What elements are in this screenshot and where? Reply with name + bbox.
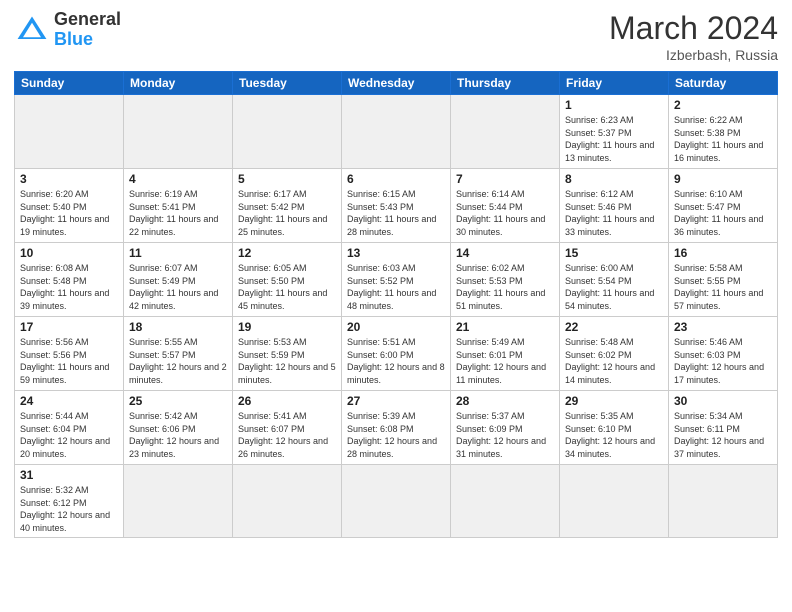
header-saturday: Saturday [669,72,778,95]
week-row-4: 17 Sunrise: 5:56 AMSunset: 5:56 PMDaylig… [15,317,778,391]
calendar: Sunday Monday Tuesday Wednesday Thursday… [14,71,778,538]
day-5: 5 Sunrise: 6:17 AMSunset: 5:42 PMDayligh… [233,169,342,243]
day-8: 8 Sunrise: 6:12 AMSunset: 5:46 PMDayligh… [560,169,669,243]
day-16: 16 Sunrise: 5:58 AMSunset: 5:55 PMDaylig… [669,243,778,317]
day-1: 1 Sunrise: 6:23 AM Sunset: 5:37 PM Dayli… [560,95,669,169]
day-9: 9 Sunrise: 6:10 AMSunset: 5:47 PMDayligh… [669,169,778,243]
logo-text: General Blue [54,10,121,50]
empty-cell [124,95,233,169]
day-31: 31 Sunrise: 5:32 AMSunset: 6:12 PMDaylig… [15,465,124,538]
day-13: 13 Sunrise: 6:03 AMSunset: 5:52 PMDaylig… [342,243,451,317]
title-month: March 2024 [609,10,778,47]
empty-cell [342,465,451,538]
day-number-2: 2 [674,98,772,112]
week-row-2: 3 Sunrise: 6:20 AMSunset: 5:40 PMDayligh… [15,169,778,243]
logo-general: General [54,10,121,30]
header-sunday: Sunday [15,72,124,95]
day-number-1: 1 [565,98,663,112]
header-wednesday: Wednesday [342,72,451,95]
day-3: 3 Sunrise: 6:20 AMSunset: 5:40 PMDayligh… [15,169,124,243]
day-12: 12 Sunrise: 6:05 AMSunset: 5:50 PMDaylig… [233,243,342,317]
day-28: 28 Sunrise: 5:37 AMSunset: 6:09 PMDaylig… [451,391,560,465]
header-thursday: Thursday [451,72,560,95]
week-row-3: 10 Sunrise: 6:08 AMSunset: 5:48 PMDaylig… [15,243,778,317]
empty-cell [669,465,778,538]
week-row-1: 1 Sunrise: 6:23 AM Sunset: 5:37 PM Dayli… [15,95,778,169]
empty-cell [451,465,560,538]
day-info-2: Sunrise: 6:22 AM Sunset: 5:38 PM Dayligh… [674,114,772,164]
header-tuesday: Tuesday [233,72,342,95]
day-info-1: Sunrise: 6:23 AM Sunset: 5:37 PM Dayligh… [565,114,663,164]
day-14: 14 Sunrise: 6:02 AMSunset: 5:53 PMDaylig… [451,243,560,317]
weekday-header-row: Sunday Monday Tuesday Wednesday Thursday… [15,72,778,95]
day-6: 6 Sunrise: 6:15 AMSunset: 5:43 PMDayligh… [342,169,451,243]
day-27: 27 Sunrise: 5:39 AMSunset: 6:08 PMDaylig… [342,391,451,465]
empty-cell [233,95,342,169]
day-30: 30 Sunrise: 5:34 AMSunset: 6:11 PMDaylig… [669,391,778,465]
day-26: 26 Sunrise: 5:41 AMSunset: 6:07 PMDaylig… [233,391,342,465]
day-17: 17 Sunrise: 5:56 AMSunset: 5:56 PMDaylig… [15,317,124,391]
logo: General Blue [14,10,121,50]
day-19: 19 Sunrise: 5:53 AMSunset: 5:59 PMDaylig… [233,317,342,391]
header-friday: Friday [560,72,669,95]
logo-icon [14,12,50,48]
day-7: 7 Sunrise: 6:14 AMSunset: 5:44 PMDayligh… [451,169,560,243]
empty-cell [342,95,451,169]
day-25: 25 Sunrise: 5:42 AMSunset: 6:06 PMDaylig… [124,391,233,465]
day-23: 23 Sunrise: 5:46 AMSunset: 6:03 PMDaylig… [669,317,778,391]
header: General Blue March 2024 Izberbash, Russi… [14,10,778,63]
empty-cell [15,95,124,169]
day-10: 10 Sunrise: 6:08 AMSunset: 5:48 PMDaylig… [15,243,124,317]
header-monday: Monday [124,72,233,95]
empty-cell [560,465,669,538]
day-2: 2 Sunrise: 6:22 AM Sunset: 5:38 PM Dayli… [669,95,778,169]
week-row-6: 31 Sunrise: 5:32 AMSunset: 6:12 PMDaylig… [15,465,778,538]
day-22: 22 Sunrise: 5:48 AMSunset: 6:02 PMDaylig… [560,317,669,391]
empty-cell [233,465,342,538]
empty-cell [124,465,233,538]
page: General Blue March 2024 Izberbash, Russi… [0,0,792,612]
day-21: 21 Sunrise: 5:49 AMSunset: 6:01 PMDaylig… [451,317,560,391]
day-15: 15 Sunrise: 6:00 AMSunset: 5:54 PMDaylig… [560,243,669,317]
title-block: March 2024 Izberbash, Russia [609,10,778,63]
empty-cell [451,95,560,169]
logo-blue: Blue [54,30,121,50]
day-20: 20 Sunrise: 5:51 AMSunset: 6:00 PMDaylig… [342,317,451,391]
day-11: 11 Sunrise: 6:07 AMSunset: 5:49 PMDaylig… [124,243,233,317]
day-29: 29 Sunrise: 5:35 AMSunset: 6:10 PMDaylig… [560,391,669,465]
day-18: 18 Sunrise: 5:55 AMSunset: 5:57 PMDaylig… [124,317,233,391]
title-location: Izberbash, Russia [609,47,778,63]
day-24: 24 Sunrise: 5:44 AMSunset: 6:04 PMDaylig… [15,391,124,465]
week-row-5: 24 Sunrise: 5:44 AMSunset: 6:04 PMDaylig… [15,391,778,465]
day-4: 4 Sunrise: 6:19 AMSunset: 5:41 PMDayligh… [124,169,233,243]
